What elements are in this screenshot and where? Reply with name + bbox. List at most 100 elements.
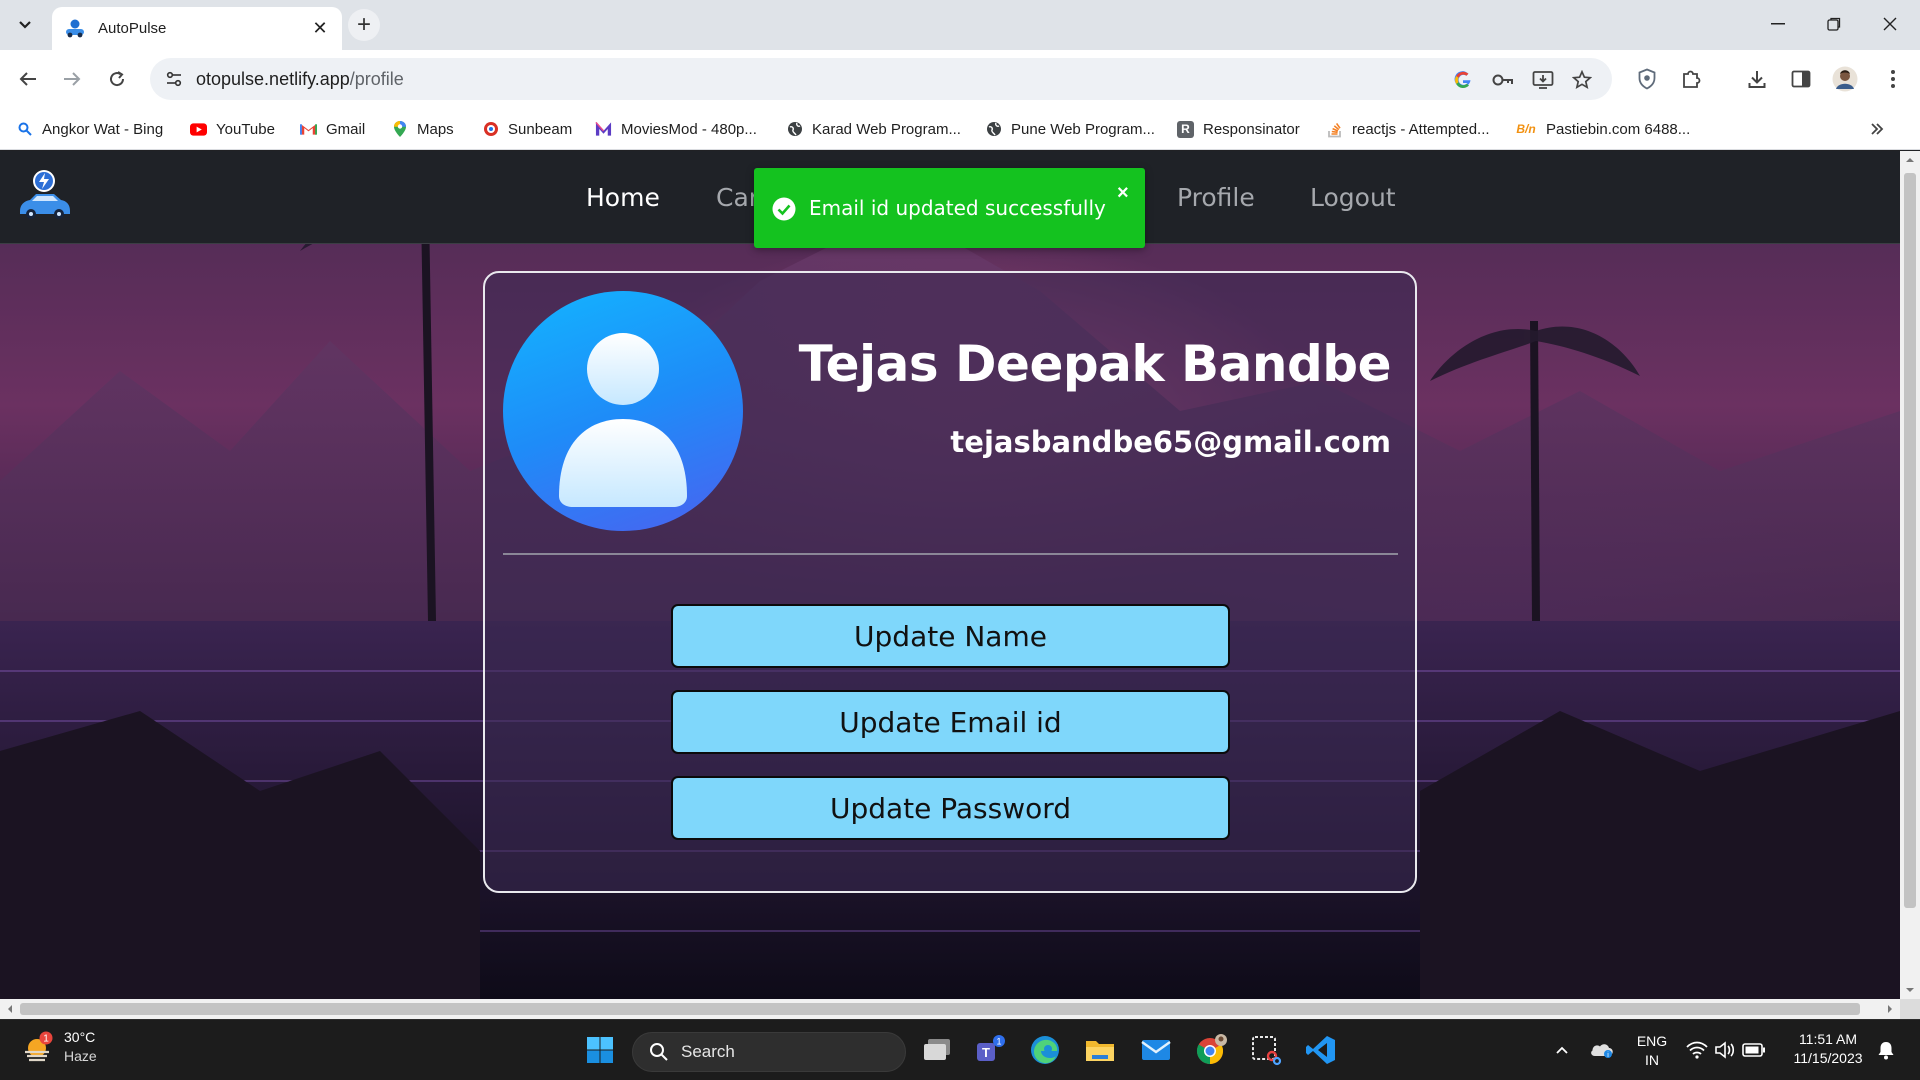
scroll-up-arrow-icon[interactable] — [1900, 153, 1920, 167]
show-hidden-icons-button[interactable] — [1542, 1030, 1582, 1070]
vertical-scrollbar[interactable] — [1900, 151, 1920, 999]
tab-search-button[interactable] — [12, 12, 38, 38]
folder-icon — [1086, 1041, 1114, 1061]
nav-profile-link[interactable]: Profile — [1177, 183, 1255, 212]
reload-icon — [110, 71, 125, 87]
stackoverflow-icon — [1326, 121, 1343, 138]
sunbeam-icon — [482, 121, 499, 138]
site-info-icon[interactable] — [162, 67, 186, 91]
search-icon — [650, 1043, 668, 1061]
bookmark-item[interactable]: YouTube — [190, 116, 275, 142]
address-bar[interactable]: otopulse.netlify.app/profile — [150, 58, 1612, 100]
teams-app[interactable]: T 1 — [970, 1030, 1010, 1070]
maps-pin-icon — [391, 121, 408, 138]
svg-text:T: T — [982, 1045, 990, 1060]
forward-button[interactable] — [55, 62, 89, 96]
update-name-button[interactable]: Update Name — [671, 604, 1230, 668]
browser-tab-autopulse[interactable]: AutoPulse ✕ — [52, 7, 342, 50]
bookmark-label: YouTube — [216, 120, 275, 138]
nav-home-link[interactable]: Home — [586, 183, 660, 212]
edge-app[interactable] — [1025, 1030, 1065, 1070]
vscode-icon — [1306, 1036, 1335, 1064]
close-window-button[interactable] — [1862, 0, 1918, 48]
close-tab-icon[interactable]: ✕ — [310, 18, 330, 39]
volume-icon — [1715, 1041, 1735, 1059]
profile-avatar[interactable] — [1830, 64, 1860, 94]
more-bookmarks-button[interactable] — [1870, 116, 1884, 142]
bookmark-item[interactable]: MoviesMod - 480p... — [595, 116, 757, 142]
bookmark-item[interactable]: reactjs - Attempted... — [1326, 116, 1490, 142]
extensions-puzzle-icon[interactable] — [1676, 64, 1706, 94]
password-key-icon[interactable] — [1490, 67, 1516, 93]
back-button[interactable] — [11, 62, 45, 96]
edge-icon — [1031, 1036, 1059, 1064]
update-password-button[interactable]: Update Password — [671, 776, 1230, 840]
browser-toolbar: otopulse.netlify.app/profile — [0, 50, 1920, 108]
bookmark-item[interactable]: Angkor Wat - Bing — [16, 116, 163, 142]
weather-temperature: 30°C — [64, 1029, 96, 1045]
reload-button[interactable] — [100, 62, 134, 96]
scrollbar-corner — [1900, 999, 1920, 1019]
nav-logout-link[interactable]: Logout — [1310, 183, 1396, 212]
system-clock[interactable]: 11:51 AM 11/15/2023 — [1780, 1030, 1876, 1068]
vertical-scroll-thumb[interactable] — [1904, 173, 1916, 908]
minimize-button[interactable] — [1750, 0, 1806, 48]
notifications-button[interactable] — [1866, 1030, 1906, 1070]
bookmark-item[interactable]: Gmail — [300, 116, 365, 142]
profile-card: Tejas Deepak Bandbe tejasbandbe65@gmail.… — [483, 271, 1417, 893]
side-panel-icon[interactable] — [1786, 64, 1816, 94]
google-lens-icon[interactable] — [1450, 67, 1476, 93]
snipping-tool-app[interactable] — [1246, 1030, 1286, 1070]
weather-badge: 1 — [43, 1034, 49, 1045]
bookmark-label: Maps — [417, 120, 454, 138]
bookmark-item[interactable]: Sunbeam — [482, 116, 572, 142]
chrome-menu-icon[interactable] — [1878, 64, 1908, 94]
weather-widget[interactable]: 1 30°C Haze — [22, 1028, 97, 1066]
bing-search-icon — [16, 121, 33, 138]
downloads-icon[interactable] — [1742, 64, 1772, 94]
minimize-icon — [1771, 23, 1785, 25]
taskbar-search-box[interactable]: Search — [632, 1032, 906, 1072]
arrow-right-icon — [64, 72, 81, 86]
bookmark-item[interactable]: B/n Pastiebin.com 6488... — [1515, 116, 1690, 142]
scroll-right-arrow-icon[interactable] — [1883, 999, 1897, 1019]
update-email-button[interactable]: Update Email id — [671, 690, 1230, 754]
scroll-left-arrow-icon[interactable] — [3, 999, 17, 1019]
vscode-app[interactable] — [1301, 1030, 1341, 1070]
mail-icon — [1141, 1040, 1171, 1060]
card-divider — [503, 553, 1398, 555]
chrome-app[interactable] — [1191, 1030, 1231, 1070]
url-path: /profile — [349, 69, 404, 89]
bookmark-star-icon[interactable] — [1569, 67, 1595, 93]
url-text[interactable]: otopulse.netlify.app/profile — [196, 69, 404, 90]
horizontal-scroll-thumb[interactable] — [20, 1003, 1860, 1015]
bookmark-item[interactable]: Maps — [391, 116, 454, 142]
teams-badge: 1 — [996, 1037, 1001, 1047]
arrow-left-icon — [19, 72, 36, 86]
toast-close-button[interactable]: × — [1117, 182, 1129, 205]
double-chevron-right-icon — [1871, 123, 1884, 135]
horizontal-scrollbar[interactable] — [0, 999, 1900, 1019]
install-app-icon[interactable] — [1530, 67, 1556, 93]
bookmark-item[interactable]: Pune Web Program... — [985, 116, 1155, 142]
haze-sun-icon: 1 — [25, 1031, 53, 1062]
language-indicator[interactable]: ENG IN — [1632, 1032, 1672, 1070]
task-view-button[interactable] — [917, 1030, 957, 1070]
restore-button[interactable] — [1806, 0, 1862, 48]
start-button[interactable] — [580, 1030, 620, 1070]
onedrive-tray-icon[interactable]: i — [1582, 1030, 1622, 1070]
close-icon — [1883, 17, 1897, 31]
nav-car-link[interactable]: Car — [716, 183, 759, 212]
quick-settings-button[interactable] — [1676, 1030, 1776, 1070]
toast-message: Email id updated successfully — [809, 196, 1106, 220]
tab-title: AutoPulse — [98, 20, 167, 37]
shield-extension-icon[interactable] — [1632, 64, 1662, 94]
file-explorer-app[interactable] — [1080, 1030, 1120, 1070]
autopulse-logo-icon[interactable] — [14, 167, 74, 227]
scroll-down-arrow-icon[interactable] — [1900, 983, 1920, 997]
mail-app[interactable] — [1136, 1030, 1176, 1070]
bookmark-item[interactable]: R Responsinator — [1177, 116, 1300, 142]
bookmarks-bar: Angkor Wat - Bing YouTube Gmail Maps Sun… — [0, 108, 1920, 150]
new-tab-button[interactable]: + — [348, 9, 380, 41]
bookmark-item[interactable]: Karad Web Program... — [786, 116, 961, 142]
